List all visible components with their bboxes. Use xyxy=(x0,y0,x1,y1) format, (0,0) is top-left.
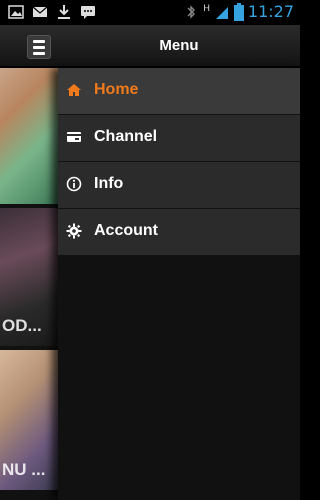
signal-icon xyxy=(215,6,228,19)
menu-toggle-button[interactable] xyxy=(27,35,51,59)
info-icon xyxy=(66,176,82,192)
chat-icon xyxy=(81,6,95,19)
menu-item-account[interactable]: Account xyxy=(58,209,300,256)
image-notification-icon xyxy=(8,5,24,19)
status-bar: H 11:27 xyxy=(0,0,300,25)
navigation-drawer: Home Channel Info Account xyxy=(58,68,300,500)
page-title: Menu xyxy=(159,37,199,54)
bluetooth-icon xyxy=(187,4,196,19)
thumbnail-caption: NU ... xyxy=(2,460,46,479)
video-thumbnail[interactable]: OD... xyxy=(0,208,58,346)
menu-item-label: Channel xyxy=(94,128,158,145)
channel-icon xyxy=(67,132,81,142)
network-type-label: H xyxy=(203,2,210,13)
menu-item-label: Home xyxy=(94,81,139,98)
menu-item-home[interactable]: Home xyxy=(58,68,300,115)
menu-header: Menu xyxy=(0,25,300,68)
menu-item-channel[interactable]: Channel xyxy=(58,115,300,162)
battery-icon xyxy=(233,2,244,21)
home-icon xyxy=(67,84,81,96)
menu-item-info[interactable]: Info xyxy=(58,162,300,209)
content-preview[interactable]: OD... NU ... xyxy=(0,66,58,500)
video-thumbnail[interactable] xyxy=(0,66,58,204)
mail-icon xyxy=(32,6,48,17)
clock: 11:27 xyxy=(247,2,294,21)
download-icon xyxy=(58,5,70,19)
thumbnail-caption: OD... xyxy=(2,316,42,335)
video-thumbnail[interactable]: NU ... xyxy=(0,350,58,490)
gear-icon xyxy=(66,223,82,239)
menu-item-label: Info xyxy=(94,175,124,192)
menu-item-label: Account xyxy=(94,222,158,239)
